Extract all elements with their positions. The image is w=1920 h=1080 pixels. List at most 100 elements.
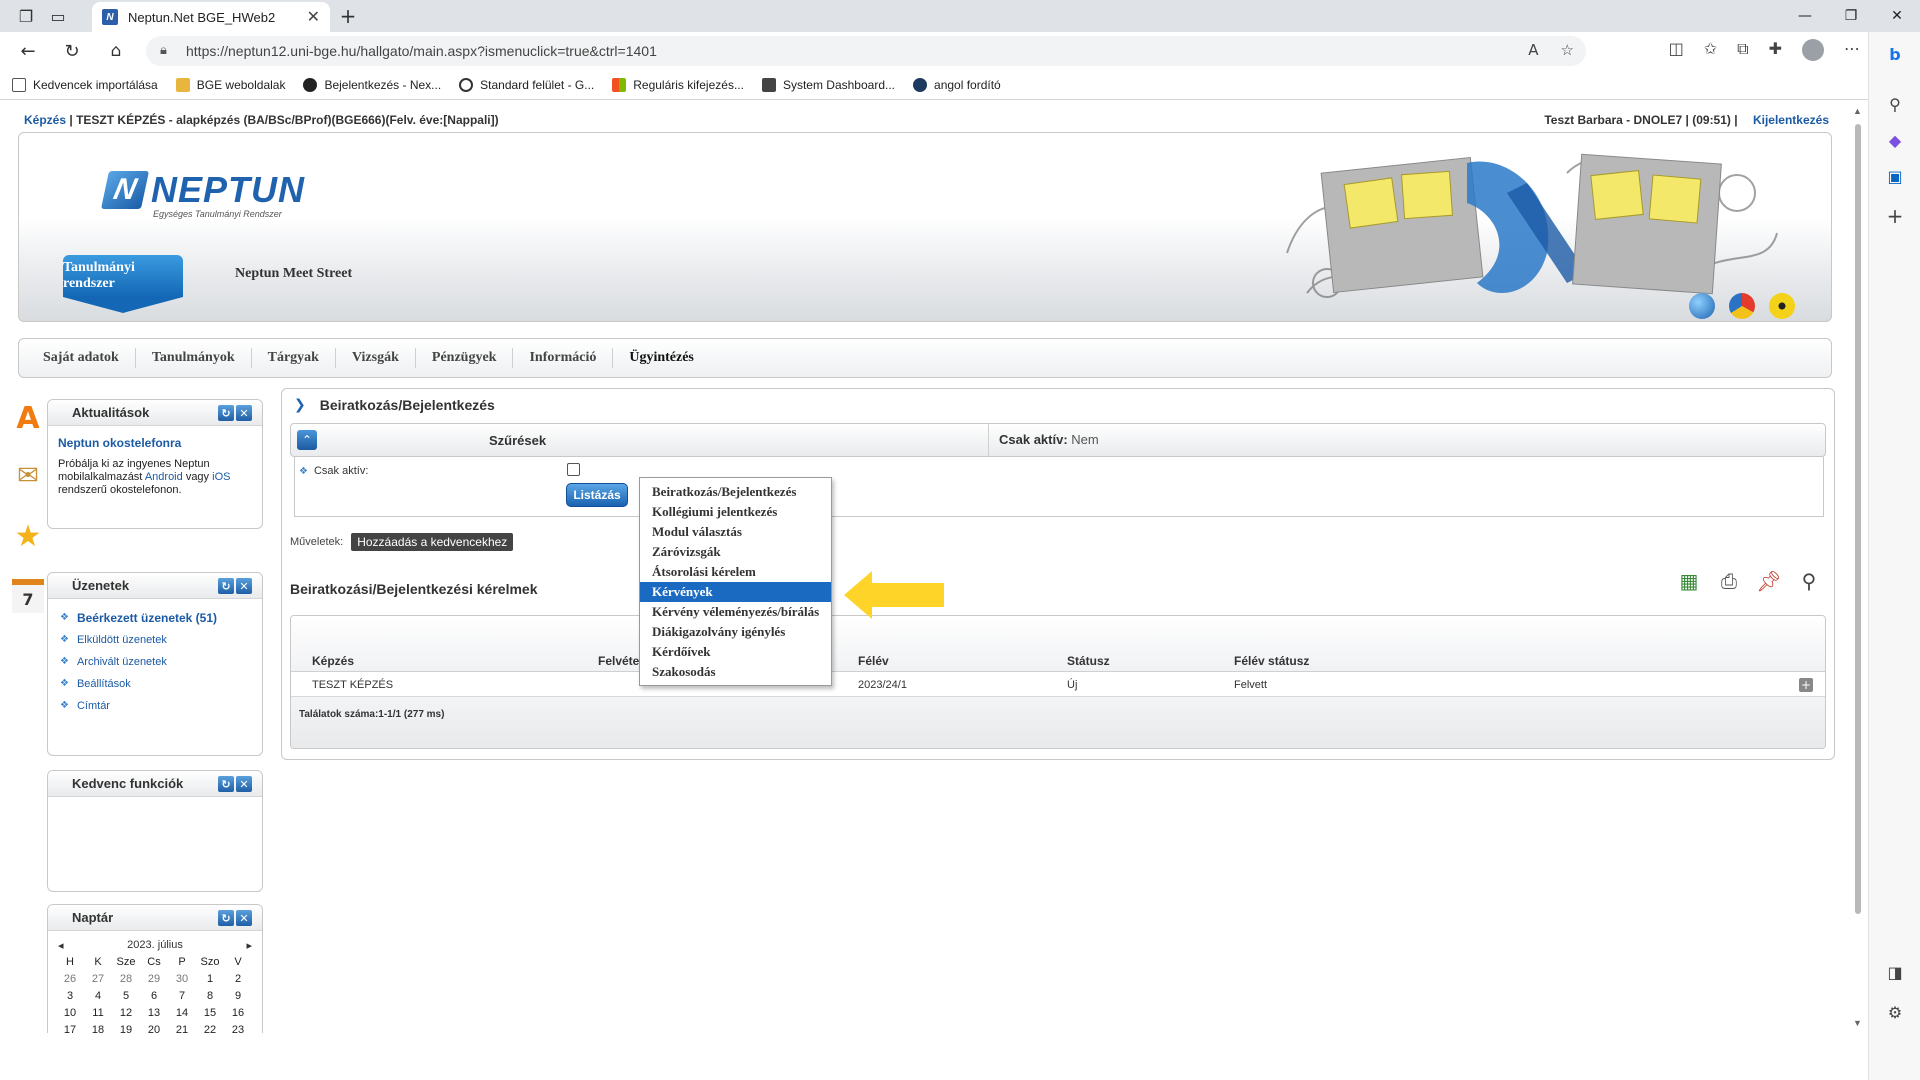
workspaces-icon[interactable]: ❐: [14, 4, 38, 28]
column-header[interactable]: Képzés: [312, 654, 354, 668]
add-sidebar-icon[interactable]: +: [1883, 204, 1907, 228]
messages-archived-link[interactable]: ❖ Archivált üzenetek: [60, 651, 262, 673]
menu-tanulmanyok[interactable]: Tanulmányok: [136, 348, 252, 368]
refresh-icon[interactable]: ↻: [218, 578, 234, 594]
new-tab-icon[interactable]: +: [336, 4, 360, 28]
profile-avatar[interactable]: [1802, 39, 1824, 61]
read-aloud-icon[interactable]: A: [1528, 41, 1538, 59]
scroll-up-icon[interactable]: ▲: [1853, 106, 1862, 116]
row-expand-icon[interactable]: +: [1799, 678, 1813, 692]
tab-actions-icon[interactable]: ▭: [46, 4, 70, 28]
android-link[interactable]: Android: [145, 471, 183, 483]
calendar-day[interactable]: 18: [84, 1022, 112, 1033]
menu-targyak[interactable]: Tárgyak: [252, 348, 336, 368]
messages-directory-link[interactable]: ❖ Címtár: [60, 695, 262, 717]
add-to-favorites-button[interactable]: Hozzáadás a kedvencekhez: [351, 533, 514, 551]
favorite-item[interactable]: Standard felület - G...: [459, 77, 594, 92]
close-icon[interactable]: ✕: [236, 910, 252, 926]
excel-export-icon[interactable]: ▦: [1676, 564, 1702, 598]
calendar-day[interactable]: 14: [168, 1005, 196, 1022]
print-icon[interactable]: ⎙: [1716, 564, 1742, 598]
favorite-item[interactable]: angol fordító: [913, 77, 1001, 92]
accessibility-icon[interactable]: [1769, 293, 1795, 319]
close-icon[interactable]: ✕: [236, 578, 252, 594]
refresh-icon[interactable]: ↻: [218, 405, 234, 421]
list-button[interactable]: Listázás: [566, 483, 628, 507]
calendar-day[interactable]: 3: [56, 988, 84, 1005]
apps-icon[interactable]: ◆: [1883, 128, 1907, 152]
dropdown-item-kollegium[interactable]: Kollégiumi jelentkezés: [640, 502, 831, 522]
scroll-down-icon[interactable]: ▼: [1853, 1018, 1862, 1028]
prev-month-icon[interactable]: ◂: [58, 939, 64, 952]
tab-tanulmanyi-rendszer[interactable]: Tanulmányi rendszer: [63, 255, 183, 297]
calendar-day[interactable]: 17: [56, 1022, 84, 1033]
calendar-day[interactable]: 21: [168, 1022, 196, 1033]
calendar-day[interactable]: 5: [112, 988, 140, 1005]
dropdown-item-beiratkozas[interactable]: Beiratkozás/Bejelentkezés: [640, 482, 831, 502]
dropdown-item-szakosodas[interactable]: Szakosodás: [640, 662, 831, 682]
close-tab-icon[interactable]: ✕: [307, 7, 320, 27]
envelope-icon[interactable]: ✉: [12, 459, 44, 493]
language-icon[interactable]: [1729, 293, 1755, 319]
calendar-day[interactable]: 15: [196, 1005, 224, 1022]
next-month-icon[interactable]: ▸: [246, 939, 252, 952]
favorite-item[interactable]: System Dashboard...: [761, 77, 895, 92]
outlook-icon[interactable]: ▣: [1883, 164, 1907, 188]
calendar-side-icon[interactable]: 7: [12, 579, 44, 613]
home-icon[interactable]: ⌂: [104, 39, 128, 63]
favorite-star-icon[interactable]: ☆: [1561, 41, 1574, 59]
filter-header[interactable]: ⌃ Szűrések Csak aktív: Nem: [290, 423, 1826, 457]
refresh-icon[interactable]: ↻: [60, 39, 84, 63]
favorite-item[interactable]: Reguláris kifejezés...: [612, 77, 744, 92]
lock-icon[interactable]: 🔒︎: [160, 42, 167, 58]
close-icon[interactable]: ✕: [236, 405, 252, 421]
favorite-item[interactable]: Bejelentkezés - Nex...: [303, 77, 441, 92]
back-icon[interactable]: ←: [16, 39, 40, 63]
messages-inbox-link[interactable]: ❖ Beérkezett üzenetek (51): [60, 607, 262, 629]
calendar-day[interactable]: 7: [168, 988, 196, 1005]
collapse-icon[interactable]: ⌃: [297, 430, 317, 450]
favorites-icon[interactable]: ✩: [1704, 39, 1717, 61]
calendar-day[interactable]: 9: [224, 988, 252, 1005]
table-row[interactable]: TESZT KÉPZÉS 2023/24/1 Új Felvett +: [291, 673, 1825, 697]
news-headline[interactable]: Neptun okostelefonra: [48, 426, 262, 454]
dropdown-item-kervenyek[interactable]: Kérvények: [640, 582, 831, 602]
search-icon[interactable]: ⚲: [1796, 564, 1822, 598]
browser-tab-active[interactable]: N Neptun.Net BGE_HWeb2 ✕: [92, 2, 330, 32]
news-side-icon[interactable]: A: [12, 401, 44, 436]
ios-link[interactable]: iOS: [212, 471, 230, 483]
column-header[interactable]: Félév státusz: [1234, 654, 1309, 668]
calendar-day[interactable]: 20: [140, 1022, 168, 1033]
dropdown-item-diakigazolvany[interactable]: Diákigazolvány igénylés: [640, 622, 831, 642]
calendar-day[interactable]: 27: [84, 971, 112, 988]
dropdown-item-zarovizsgak[interactable]: Záróvizsgák: [640, 542, 831, 562]
calendar-day[interactable]: 8: [196, 988, 224, 1005]
split-screen-icon[interactable]: ◫: [1669, 39, 1684, 61]
calendar-day[interactable]: 23: [224, 1022, 252, 1033]
settings-gear-icon[interactable]: ⚙: [1883, 1000, 1907, 1024]
address-bar[interactable]: 🔒︎ https://neptun12.uni-bge.hu/hallgato/…: [146, 36, 1586, 66]
refresh-icon[interactable]: ↻: [218, 910, 234, 926]
calendar-day[interactable]: 16: [224, 1005, 252, 1022]
copilot-icon[interactable]: b: [1883, 42, 1907, 66]
messages-sent-link[interactable]: ❖ Elküldött üzenetek: [60, 629, 262, 651]
calendar-day[interactable]: 26: [56, 971, 84, 988]
tab-neptun-meet-street[interactable]: Neptun Meet Street: [235, 266, 352, 282]
hide-sidebar-icon[interactable]: ◨: [1883, 960, 1907, 984]
page-scrollbar[interactable]: ▲ ▼: [1852, 104, 1864, 1032]
training-link[interactable]: Képzés: [24, 113, 66, 127]
calendar-day[interactable]: 12: [112, 1005, 140, 1022]
favorite-item[interactable]: Kedvencek importálása: [12, 77, 158, 92]
star-icon[interactable]: ★: [12, 519, 44, 554]
menu-vizsgak[interactable]: Vizsgák: [336, 348, 416, 368]
calendar-day[interactable]: 10: [56, 1005, 84, 1022]
dropdown-item-kerdoivek[interactable]: Kérdőívek: [640, 642, 831, 662]
favorite-item[interactable]: BGE weboldalak: [175, 77, 285, 92]
calendar-day[interactable]: 2: [224, 971, 252, 988]
logout-link[interactable]: Kijelentkezés: [1753, 113, 1829, 127]
calendar-day[interactable]: 30: [168, 971, 196, 988]
restore-icon[interactable]: ❐: [1828, 0, 1874, 32]
menu-sajat-adatok[interactable]: Saját adatok: [27, 348, 136, 368]
column-header[interactable]: Státusz: [1067, 654, 1110, 668]
calendar-day[interactable]: 22: [196, 1022, 224, 1033]
